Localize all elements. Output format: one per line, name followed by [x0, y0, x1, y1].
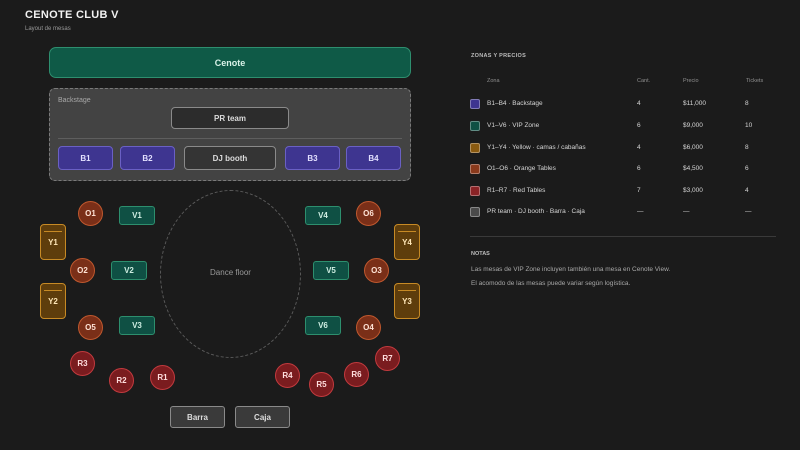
- barra-area[interactable]: Barra: [170, 406, 225, 428]
- table-r4[interactable]: R4: [275, 363, 300, 388]
- table-r7[interactable]: R7: [375, 346, 400, 371]
- legend-row: R1–R7 · Red Tables 7 $3,000 4: [470, 182, 776, 200]
- legend-zona: PR team · DJ booth · Barra · Caja: [487, 208, 585, 215]
- legend-swatch: [470, 164, 480, 174]
- legend-header-tickets: Tickets: [746, 78, 764, 84]
- dance-floor-label: Dance floor: [210, 268, 251, 277]
- legend-row: V1–V6 · VIP Zone 6 $9,000 10: [470, 117, 776, 135]
- legend-swatch: [470, 143, 480, 153]
- table-o6[interactable]: O6: [356, 201, 381, 226]
- legend-zona: Y1–Y4 · Yellow · camas / cabañas: [487, 144, 586, 151]
- legend-precio: —: [683, 208, 690, 215]
- legend-cant: 7: [637, 187, 641, 194]
- table-y4[interactable]: Y4: [394, 224, 420, 260]
- legend-tickets: 8: [745, 144, 749, 151]
- table-b1[interactable]: B1: [58, 146, 113, 170]
- backstage-label: Backstage: [58, 97, 91, 104]
- table-v1[interactable]: V1: [119, 206, 155, 225]
- table-r2[interactable]: R2: [109, 368, 134, 393]
- backstage-divider: [58, 138, 402, 139]
- table-y2[interactable]: Y2: [40, 283, 66, 319]
- legend-divider: [470, 236, 776, 237]
- legend-header-zona: Zona: [487, 78, 500, 84]
- cenote-area[interactable]: Cenote: [49, 47, 411, 78]
- legend-tickets: 4: [745, 187, 749, 194]
- table-o2[interactable]: O2: [70, 258, 95, 283]
- legend-tickets: —: [745, 208, 752, 215]
- legend-row: Y1–Y4 · Yellow · camas / cabañas 4 $6,00…: [470, 139, 776, 157]
- legend-cant: 6: [637, 122, 641, 129]
- pr-team-area[interactable]: PR team: [171, 107, 289, 129]
- legend-swatch: [470, 207, 480, 217]
- caja-area[interactable]: Caja: [235, 406, 290, 428]
- table-v4[interactable]: V4: [305, 206, 341, 225]
- notes-title: NOTAS: [471, 251, 490, 257]
- note-item: Las mesas de VIP Zone incluyen también u…: [471, 266, 671, 273]
- table-y3[interactable]: Y3: [394, 283, 420, 319]
- legend-tickets: 10: [745, 122, 753, 129]
- app-title: CENOTE CLUB V: [25, 9, 119, 21]
- legend-cant: 6: [637, 165, 641, 172]
- table-o1[interactable]: O1: [78, 201, 103, 226]
- table-r1[interactable]: R1: [150, 365, 175, 390]
- legend-row: O1–O6 · Orange Tables 6 $4,500 6: [470, 160, 776, 178]
- legend-title: ZONAS Y PRECIOS: [471, 53, 527, 59]
- table-b3[interactable]: B3: [285, 146, 340, 170]
- table-b2[interactable]: B2: [120, 146, 175, 170]
- legend-cant: —: [637, 208, 644, 215]
- table-r5[interactable]: R5: [309, 372, 334, 397]
- legend-precio: $6,000: [683, 144, 703, 151]
- legend-zona: O1–O6 · Orange Tables: [487, 165, 556, 172]
- table-v5[interactable]: V5: [313, 261, 349, 280]
- legend-row: PR team · DJ booth · Barra · Caja — — —: [470, 203, 776, 221]
- table-r3[interactable]: R3: [70, 351, 95, 376]
- table-v2[interactable]: V2: [111, 261, 147, 280]
- legend-precio: $11,000: [683, 100, 707, 107]
- dj-booth[interactable]: DJ booth: [184, 146, 276, 170]
- legend-cant: 4: [637, 144, 641, 151]
- legend-header-precio: Precio: [683, 78, 699, 84]
- app-subtitle: Layout de mesas: [25, 26, 71, 32]
- table-b4[interactable]: B4: [346, 146, 401, 170]
- table-r6[interactable]: R6: [344, 362, 369, 387]
- legend-cant: 4: [637, 100, 641, 107]
- table-v3[interactable]: V3: [119, 316, 155, 335]
- table-o5[interactable]: O5: [78, 315, 103, 340]
- legend-swatch: [470, 186, 480, 196]
- legend-zona: V1–V6 · VIP Zone: [487, 122, 540, 129]
- legend-swatch: [470, 99, 480, 109]
- legend-precio: $4,500: [683, 165, 703, 172]
- legend-tickets: 8: [745, 100, 749, 107]
- legend-precio: $9,000: [683, 122, 703, 129]
- table-v6[interactable]: V6: [305, 316, 341, 335]
- legend-header-cant: Cant.: [637, 78, 651, 84]
- table-y1[interactable]: Y1: [40, 224, 66, 260]
- legend-zona: R1–R7 · Red Tables: [487, 187, 546, 194]
- legend-row: B1–B4 · Backstage 4 $11,000 8: [470, 95, 776, 113]
- note-item: El acomodo de las mesas puede variar seg…: [471, 280, 631, 287]
- table-o3[interactable]: O3: [364, 258, 389, 283]
- legend-zona: B1–B4 · Backstage: [487, 100, 543, 107]
- legend-tickets: 6: [745, 165, 749, 172]
- table-o4[interactable]: O4: [356, 315, 381, 340]
- legend-swatch: [470, 121, 480, 131]
- legend-precio: $3,000: [683, 187, 703, 194]
